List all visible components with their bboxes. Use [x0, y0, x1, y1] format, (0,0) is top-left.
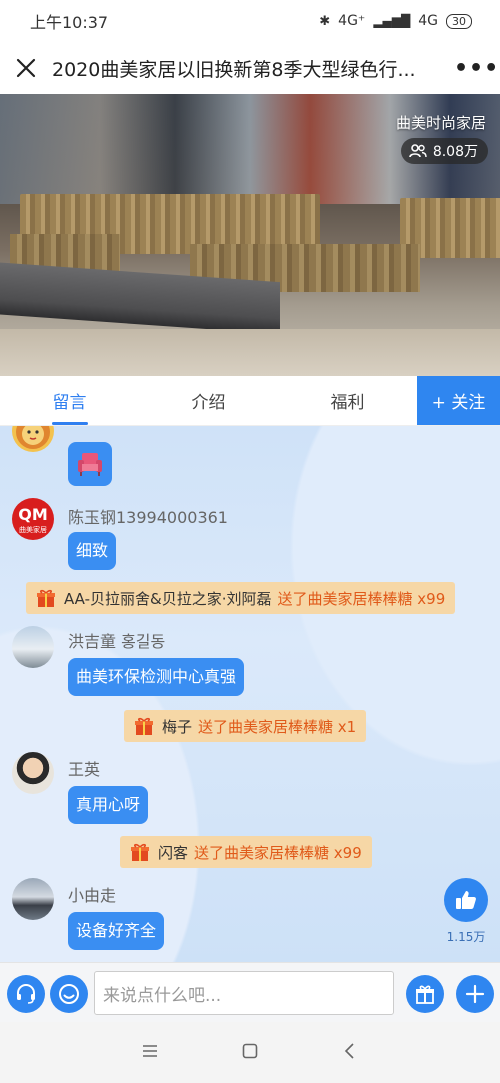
gift-box-icon — [416, 985, 434, 1004]
tab-comments[interactable]: 留言 — [0, 376, 139, 425]
gift-username: 梅子 — [162, 717, 193, 736]
signal-1-label: 4G⁺ — [338, 13, 366, 29]
back-nav-button[interactable] — [341, 1042, 359, 1064]
lion-avatar-icon — [16, 426, 50, 449]
menu-icon — [143, 1044, 157, 1057]
gift-username: 闪客 — [158, 843, 189, 862]
customer-service-button[interactable] — [7, 975, 45, 1013]
viewer-count: 8.08万 — [432, 144, 478, 160]
channel-name: 曲美时尚家居 — [395, 114, 486, 132]
tab-intro[interactable]: 介绍 — [139, 376, 278, 425]
username: 洪吉童 홍길동 — [68, 632, 166, 651]
menu-nav-button[interactable] — [141, 1043, 159, 1063]
message-bubble: 真用心呀 — [68, 786, 149, 824]
live-video[interactable]: 曲美时尚家居 8.08万 — [0, 94, 500, 376]
home-square-icon — [242, 1043, 258, 1058]
avatar[interactable]: QM 曲美家居 — [12, 498, 54, 540]
message-bubble: 设备好齐全 — [68, 912, 165, 950]
more-button[interactable]: ••• — [454, 56, 498, 81]
message-bubble: 曲美环保检测中心真强 — [68, 658, 245, 696]
avatar[interactable] — [12, 426, 54, 452]
headset-icon — [17, 984, 35, 1004]
input-bar: 来说点什么吧... — [0, 962, 500, 1022]
follow-button[interactable]: + 关注 — [417, 376, 500, 425]
smiley-icon — [59, 984, 79, 1004]
close-icon — [16, 58, 36, 78]
sticker-bubble — [68, 442, 112, 486]
page-title: 2020曲美家居以旧换新第8季大型绿色行... — [52, 58, 416, 81]
gift-icon — [134, 716, 154, 736]
more-icon: ••• — [454, 55, 500, 81]
signal-2-label: 4G — [418, 13, 438, 29]
status-bar: 上午10:37 ✱ 4G⁺ ▂▄▆█ 4G 30 — [0, 0, 500, 42]
people-icon — [409, 144, 427, 158]
status-indicators: ✱ 4G⁺ ▂▄▆█ 4G 30 — [319, 13, 472, 29]
back-icon — [344, 1042, 354, 1059]
system-nav-bar — [0, 1022, 500, 1083]
gift-notice: AA-贝拉丽舍&贝拉之家·刘阿磊 送了曲美家居棒棒糖 x99 — [26, 582, 456, 614]
username: 陈玉钢13994000361 — [68, 508, 228, 527]
signal-bars-icon: ▂▄▆█ — [373, 14, 411, 28]
close-button[interactable] — [14, 56, 38, 80]
avatar[interactable] — [12, 752, 54, 794]
gift-button[interactable] — [406, 975, 444, 1013]
avatar-logo-text: QM — [18, 505, 48, 524]
emoji-button[interactable] — [50, 975, 88, 1013]
thumbs-up-icon — [456, 891, 476, 909]
gift-action: 送了曲美家居棒棒糖 x99 — [277, 589, 446, 608]
gift-action: 送了曲美家居棒棒糖 x1 — [198, 717, 357, 736]
status-time: 上午10:37 — [30, 13, 109, 32]
more-actions-button[interactable] — [456, 975, 494, 1013]
message-bubble: 细致 — [68, 532, 117, 570]
tab-welfare[interactable]: 福利 — [278, 376, 417, 425]
avatar[interactable] — [12, 878, 54, 920]
gift-notice: 闪客 送了曲美家居棒棒糖 x99 — [120, 836, 372, 868]
gift-username: AA-贝拉丽舍&贝拉之家·刘阿磊 — [64, 589, 272, 608]
plus-icon — [465, 984, 485, 1004]
gift-action: 送了曲美家居棒棒糖 x99 — [194, 843, 362, 862]
like-count: 1.15万 — [446, 930, 486, 944]
chat-area[interactable]: vincent QM 曲美家居 陈玉钢13994000361 细致 AA-贝拉丽… — [0, 426, 500, 962]
video-table — [0, 329, 500, 376]
gift-icon — [130, 842, 150, 862]
avatar-logo-subtext: 曲美家居 — [19, 526, 47, 534]
avatar[interactable] — [12, 626, 54, 668]
comment-input[interactable]: 来说点什么吧... — [94, 971, 394, 1015]
username: 王英 — [68, 760, 101, 779]
gift-notice: 梅子 送了曲美家居棒棒糖 x1 — [124, 710, 367, 742]
like-button[interactable] — [444, 878, 488, 922]
title-bar: 2020曲美家居以旧换新第8季大型绿色行... ••• — [0, 42, 500, 94]
bluetooth-icon: ✱ — [319, 13, 331, 29]
gift-icon — [36, 588, 56, 608]
home-nav-button[interactable] — [241, 1042, 259, 1064]
username: 小由走 — [68, 886, 117, 905]
sofa-icon — [78, 453, 102, 476]
viewer-count-badge: 8.08万 — [400, 138, 488, 164]
tab-bar: 留言 介绍 福利 + 关注 — [0, 376, 500, 426]
battery-indicator: 30 — [446, 13, 472, 29]
